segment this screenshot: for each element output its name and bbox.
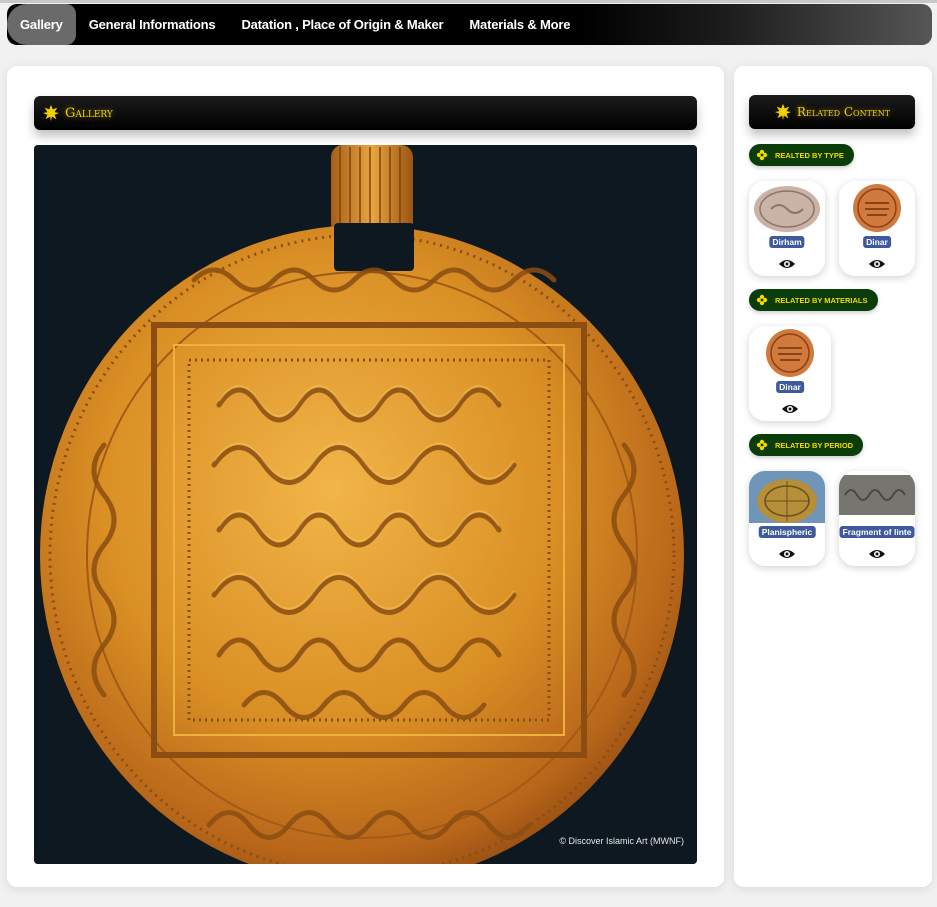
gallery-title: Gallery <box>65 105 113 121</box>
tab-datation-origin-maker[interactable]: Datation , Place of Origin & Maker <box>228 4 456 45</box>
group-label: RELATED BY MATERIALS <box>775 295 868 305</box>
eye-icon[interactable] <box>778 548 796 560</box>
related-item-planispheric[interactable]: Planispheric <box>749 471 825 566</box>
dinar-thumbnail <box>839 181 915 233</box>
related-content-title: Related Content <box>796 105 891 119</box>
eye-icon[interactable] <box>868 258 886 270</box>
tab-bar: Gallery General Informations Datation , … <box>7 4 932 45</box>
gallery-panel: Gallery © Discover Islamic Art (MWNF) <box>7 66 724 887</box>
eye-icon[interactable] <box>778 258 796 270</box>
coin-photo[interactable]: © Discover Islamic Art (MWNF) <box>34 145 697 864</box>
related-content-header: Related Content <box>749 95 915 129</box>
leaf-icon <box>774 103 792 121</box>
item-title: Dirham <box>769 236 805 248</box>
flower-icon <box>756 294 768 306</box>
leaf-icon <box>42 104 60 122</box>
top-border <box>0 0 937 3</box>
eye-icon[interactable] <box>781 403 799 415</box>
planispheric-thumbnail <box>749 471 825 523</box>
related-item-fragment[interactable]: Fragment of linte <box>839 471 915 566</box>
flower-icon <box>756 149 768 161</box>
gold-coin-image <box>34 145 697 864</box>
related-item-dinar[interactable]: Dinar <box>839 181 915 276</box>
dinar-thumbnail <box>749 326 831 378</box>
item-title: Planispheric <box>758 526 816 538</box>
group-pill-period[interactable]: RELATED BY PERIOD <box>749 434 864 456</box>
item-title: Dinar <box>863 236 891 248</box>
item-title: Dinar <box>776 381 804 393</box>
image-copyright: © Discover Islamic Art (MWNF) <box>559 836 684 846</box>
group-label: REALTED BY TYPE <box>775 150 844 160</box>
tab-gallery[interactable]: Gallery <box>7 4 76 45</box>
group-pill-type[interactable]: REALTED BY TYPE <box>749 144 854 166</box>
group-label: RELATED BY PERIOD <box>775 440 854 450</box>
related-item-dirham[interactable]: Dirham <box>749 181 825 276</box>
item-title: Fragment of linte <box>839 526 915 538</box>
related-content-panel: Related Content REALTED BY TYPE Dirham D… <box>734 66 932 887</box>
related-item-dinar[interactable]: Dinar <box>749 326 831 421</box>
gallery-header: Gallery <box>34 96 697 130</box>
tab-general-informations[interactable]: General Informations <box>76 4 229 45</box>
tab-materials-more[interactable]: Materials & More <box>456 4 583 45</box>
group-pill-materials[interactable]: RELATED BY MATERIALS <box>749 289 878 311</box>
fragment-thumbnail <box>839 471 915 523</box>
dirham-thumbnail <box>749 181 825 233</box>
eye-icon[interactable] <box>868 548 886 560</box>
flower-icon <box>756 439 768 451</box>
